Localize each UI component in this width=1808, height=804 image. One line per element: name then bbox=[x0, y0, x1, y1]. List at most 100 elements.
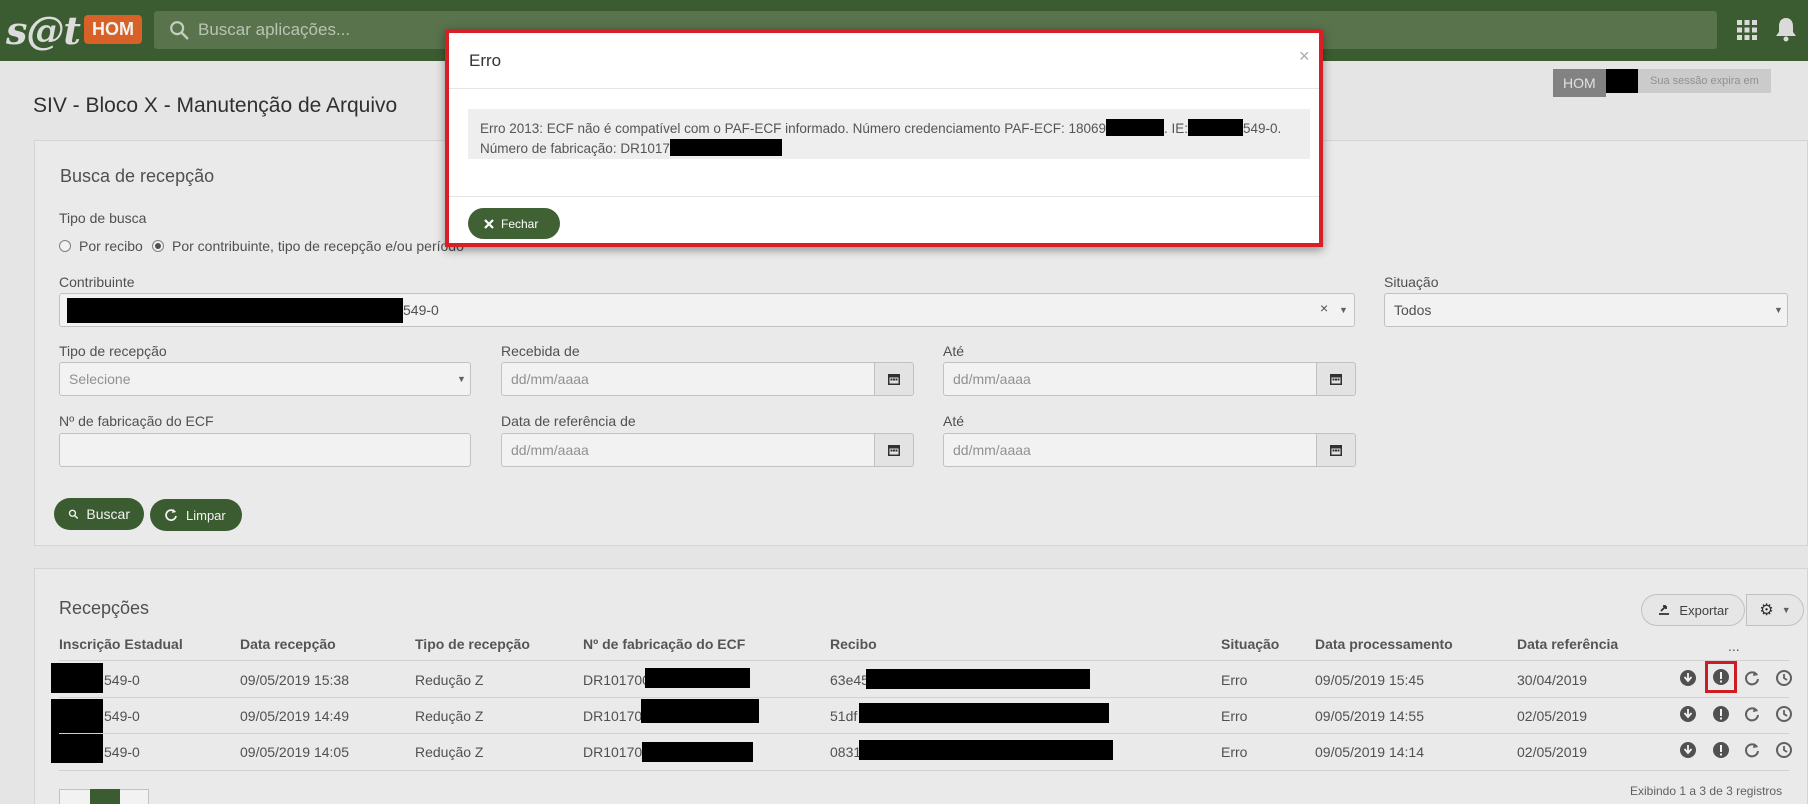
pagination-current-page[interactable] bbox=[90, 789, 120, 804]
chevron-down-icon[interactable]: ▼ bbox=[1339, 305, 1348, 315]
row-divider bbox=[59, 733, 1789, 734]
search-icon bbox=[68, 509, 79, 519]
situacao-label: Situação bbox=[1384, 274, 1439, 290]
calendar-button[interactable] bbox=[874, 362, 914, 396]
cell-fabricacao: DR10170 bbox=[583, 744, 643, 760]
clear-icon[interactable]: × bbox=[1320, 300, 1328, 316]
search-icon bbox=[170, 21, 189, 40]
exportar-label: Exportar bbox=[1679, 602, 1729, 618]
col-inscricao[interactable]: Inscrição Estadual bbox=[59, 636, 183, 652]
redacted-fabricacao bbox=[641, 699, 759, 723]
redacted-ie bbox=[1188, 119, 1244, 136]
data-referencia-label: Data de referência de bbox=[501, 413, 636, 429]
sat-logo[interactable]: s@t bbox=[6, 8, 81, 53]
calendar-button[interactable] bbox=[874, 433, 914, 467]
results-title: Recepções bbox=[59, 598, 150, 618]
col-tipo-recepcao[interactable]: Tipo de recepção bbox=[415, 636, 530, 652]
reprocess-icon[interactable] bbox=[1743, 705, 1761, 723]
session-indicator: HOM Sua sessão expira em bbox=[1553, 69, 1771, 97]
reprocess-icon[interactable] bbox=[1743, 741, 1761, 759]
redacted-recibo bbox=[859, 703, 1109, 723]
pagination[interactable] bbox=[59, 789, 149, 804]
ate-label: Até bbox=[943, 343, 965, 359]
gear-icon: ⚙ bbox=[1759, 602, 1774, 619]
date-placeholder: dd/mm/aaaa bbox=[953, 442, 1031, 458]
calendar-icon bbox=[888, 445, 900, 456]
limpar-button[interactable]: Limpar bbox=[150, 499, 242, 531]
col-data-processamento[interactable]: Data processamento bbox=[1315, 636, 1453, 652]
history-icon[interactable] bbox=[1775, 705, 1793, 723]
situacao-value: Todos bbox=[1394, 302, 1432, 318]
exportar-button[interactable]: Exportar bbox=[1641, 594, 1745, 626]
cell-recibo: 51df bbox=[830, 708, 858, 724]
error-message-ie-suffix: 549-0. bbox=[1243, 121, 1282, 136]
data-referencia-ate-input[interactable]: dd/mm/aaaa bbox=[943, 433, 1317, 467]
cell-data-referencia: 30/04/2019 bbox=[1517, 672, 1588, 688]
modal-title: Erro bbox=[469, 51, 502, 70]
cell-data-processamento: 09/05/2019 14:55 bbox=[1315, 708, 1424, 724]
cell-ie: 549-0 bbox=[104, 708, 140, 724]
radio-por-contribuinte-label[interactable]: Por contribuinte, tipo de recepção e/ou … bbox=[172, 238, 464, 254]
buscar-button[interactable]: Buscar bbox=[54, 498, 144, 530]
contribuinte-select[interactable]: 549-0 × ▼ bbox=[59, 293, 1355, 327]
radio-por-recibo-label[interactable]: Por recibo bbox=[79, 238, 143, 254]
radio-por-contribuinte[interactable] bbox=[152, 240, 164, 252]
cell-data-processamento: 09/05/2019 14:14 bbox=[1315, 744, 1424, 760]
tipo-recepcao-select[interactable]: Selecione ▼ bbox=[59, 362, 471, 396]
error-details-icon[interactable] bbox=[1712, 741, 1730, 759]
date-placeholder: dd/mm/aaaa bbox=[953, 371, 1031, 387]
fabricacao-label: Nº de fabricação do ECF bbox=[59, 413, 214, 429]
tipo-recepcao-placeholder: Selecione bbox=[69, 371, 131, 387]
chevron-down-icon: ▼ bbox=[457, 374, 466, 384]
fabricacao-input[interactable] bbox=[59, 433, 471, 467]
fechar-button[interactable]: Fechar bbox=[468, 208, 560, 239]
cell-fabricacao: DR101700 bbox=[583, 672, 650, 688]
situacao-select[interactable]: Todos ▼ bbox=[1384, 293, 1788, 327]
redacted-fabricacao bbox=[645, 668, 750, 688]
error-message-ie-label: . IE: bbox=[1164, 121, 1189, 136]
redacted-contribuinte bbox=[67, 298, 403, 323]
export-icon bbox=[1659, 605, 1670, 615]
bell-icon[interactable] bbox=[1774, 16, 1798, 42]
refresh-icon bbox=[165, 509, 177, 521]
contribuinte-label: Contribuinte bbox=[59, 274, 135, 290]
modal-header: Erro × bbox=[449, 33, 1319, 89]
recebida-ate-input[interactable]: dd/mm/aaaa bbox=[943, 362, 1317, 396]
col-situacao[interactable]: Situação bbox=[1221, 636, 1279, 652]
chevron-down-icon: ▼ bbox=[1781, 605, 1791, 615]
error-modal: Erro × Erro 2013: ECF não é compatível c… bbox=[445, 29, 1323, 247]
session-expiry-text: Sua sessão expira em bbox=[1638, 69, 1771, 93]
col-recibo[interactable]: Recibo bbox=[830, 636, 877, 652]
fechar-label: Fechar bbox=[501, 216, 539, 231]
cell-data-recepcao: 09/05/2019 14:49 bbox=[240, 708, 349, 724]
cell-situacao: Erro bbox=[1221, 744, 1248, 760]
history-icon[interactable] bbox=[1775, 669, 1793, 687]
cell-recibo: 0831 bbox=[830, 744, 862, 760]
col-fabricacao[interactable]: Nº de fabricação do ECF bbox=[583, 636, 745, 652]
data-referencia-de-input[interactable]: dd/mm/aaaa bbox=[501, 433, 875, 467]
cell-ie: 549-0 bbox=[104, 672, 140, 688]
download-icon[interactable] bbox=[1679, 705, 1697, 723]
download-icon[interactable] bbox=[1679, 741, 1697, 759]
calendar-icon bbox=[1330, 445, 1342, 456]
recebida-de-input[interactable]: dd/mm/aaaa bbox=[501, 362, 875, 396]
cell-data-referencia: 02/05/2019 bbox=[1517, 708, 1588, 724]
error-details-icon[interactable] bbox=[1712, 668, 1730, 686]
history-icon[interactable] bbox=[1775, 741, 1793, 759]
reprocess-icon[interactable] bbox=[1743, 669, 1761, 687]
error-details-icon[interactable] bbox=[1712, 705, 1730, 723]
radio-por-recibo[interactable] bbox=[59, 240, 71, 252]
settings-dropdown-button[interactable]: ⚙ ▼ bbox=[1746, 594, 1804, 626]
download-icon[interactable] bbox=[1679, 669, 1697, 687]
apps-grid-icon[interactable] bbox=[1737, 20, 1757, 40]
col-data-referencia[interactable]: Data referência bbox=[1517, 636, 1618, 652]
date-placeholder: dd/mm/aaaa bbox=[511, 371, 589, 387]
contribuinte-value: 549-0 bbox=[403, 302, 439, 318]
close-icon[interactable]: × bbox=[1299, 46, 1310, 67]
redacted-ie bbox=[51, 663, 103, 693]
calendar-icon bbox=[1330, 374, 1342, 385]
col-data-recepcao[interactable]: Data recepção bbox=[240, 636, 336, 652]
calendar-button[interactable] bbox=[1316, 433, 1356, 467]
error-message-text: Erro 2013: ECF não é compatível com o PA… bbox=[480, 121, 1107, 136]
calendar-button[interactable] bbox=[1316, 362, 1356, 396]
